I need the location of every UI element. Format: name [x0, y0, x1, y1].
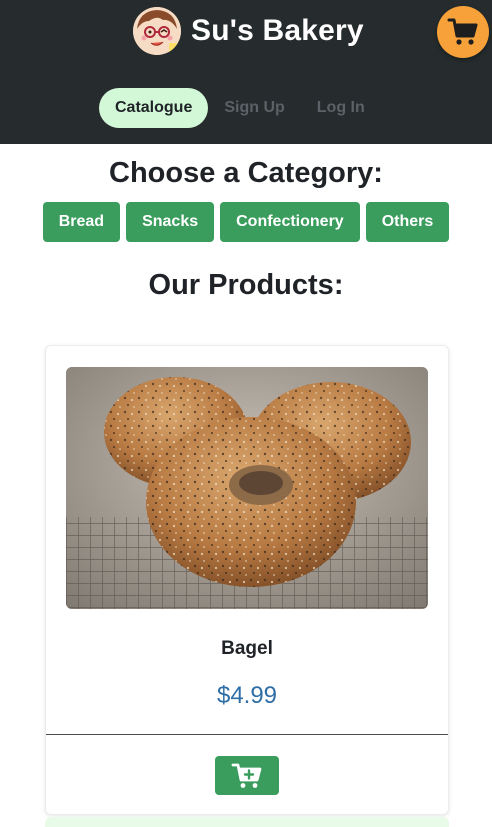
top-header: Su's Bakery Catalogue Sign Up Log In — [0, 0, 492, 144]
category-button-snacks[interactable]: Snacks — [126, 202, 215, 242]
brand[interactable]: Su's Bakery — [133, 6, 364, 56]
product-card: Bagel $4.99 — [45, 345, 449, 815]
add-to-cart-button[interactable] — [215, 756, 279, 795]
category-button-bread[interactable]: Bread — [42, 202, 121, 242]
bakery-avatar-logo — [133, 7, 181, 55]
product-image[interactable] — [66, 367, 428, 609]
shopping-cart-icon — [447, 18, 478, 45]
brand-name: Su's Bakery — [191, 14, 364, 47]
cart-plus-icon — [231, 763, 262, 788]
nav-sign-up[interactable]: Sign Up — [224, 88, 284, 128]
category-buttons: Bread Snacks Confectionery Others — [0, 202, 492, 242]
products-heading: Our Products: — [148, 269, 344, 301]
bagel-photo — [66, 367, 428, 609]
main-nav: Catalogue Sign Up Log In — [99, 88, 365, 128]
product-price: $4.99 — [216, 682, 278, 709]
card-divider — [46, 734, 448, 735]
category-button-others[interactable]: Others — [365, 202, 450, 242]
next-product-card — [45, 817, 449, 827]
product-name: Bagel — [221, 638, 273, 659]
nav-catalogue[interactable]: Catalogue — [99, 88, 209, 128]
category-heading: Choose a Category: — [109, 157, 383, 189]
nav-log-in[interactable]: Log In — [317, 88, 365, 128]
cart-button[interactable] — [437, 6, 489, 58]
category-button-confectionery[interactable]: Confectionery — [220, 202, 360, 242]
